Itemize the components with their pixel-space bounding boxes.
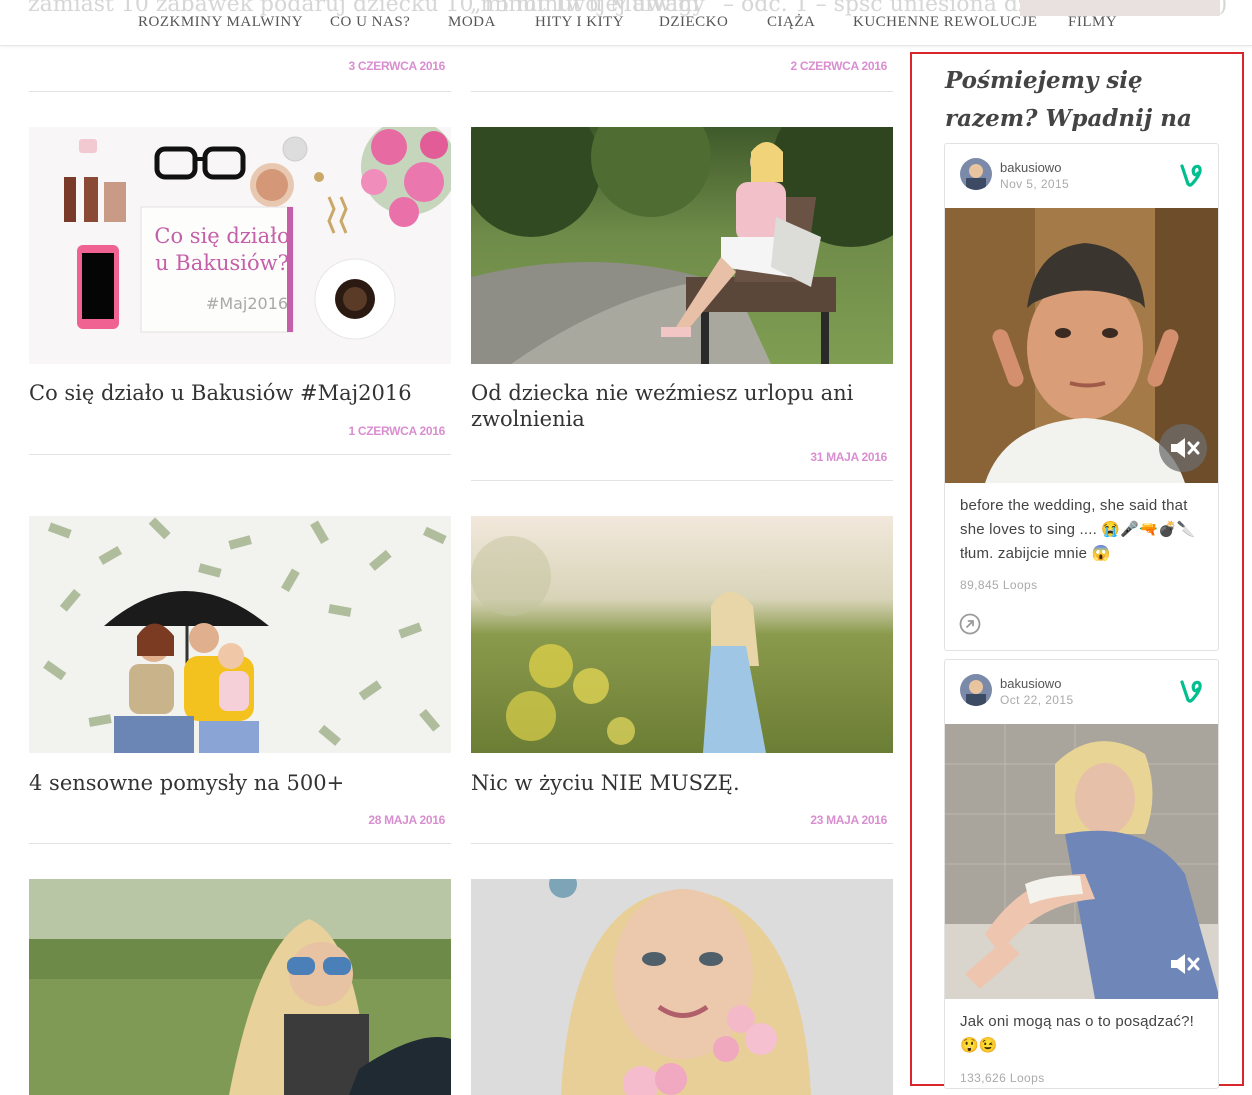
vine-widget-highlight: Pośmiejemy się razem? Wpadnij na nasz Vi… [910,52,1244,1089]
post-date: 2 CZERWCA 2016 [790,59,888,73]
post-date: 23 MAJA 2016 [810,813,887,827]
vine-video[interactable] [945,208,1218,483]
portrait-flowers-photo [471,879,893,1095]
nav-item-filmy[interactable]: FILMY [1068,14,1117,31]
vine-header: bakusiowo Oct 22, 2015 [945,660,1218,724]
vine-username[interactable]: bakusiowo [1000,676,1061,691]
avatar[interactable] [960,674,992,706]
top-navigation: zamiast 10 zabawek podaruj dziecku 10 mi… [0,0,1252,46]
mute-button[interactable] [1159,424,1207,472]
vine-logo-icon[interactable] [1179,678,1203,704]
post-title[interactable]: Co się działo u Bakusiów #Maj2016 [29,380,451,406]
vine-caption: Jak oni mogą nas o to posądzać?! 😲😉 [960,1013,1195,1054]
nav-item-co-u-nas[interactable]: CO U NAS? [330,14,410,31]
divider [471,480,893,481]
muted-speaker-icon [1171,438,1200,458]
post-date: 3 CZERWCA 2016 [348,59,446,73]
park-bench-photo [471,127,893,364]
avatar[interactable] [960,158,992,190]
post-title[interactable]: Nic w życiu NIE MUSZĘ. [471,770,893,796]
post-thumbnail-maj2016[interactable]: Co się działo u Bakusiów? #Maj2016 [29,127,451,364]
nav-item-ciaza[interactable]: CIĄŻA [767,14,815,31]
vine-date: Nov 5, 2015 [1000,177,1070,191]
card-text-line2: u Bakusiów? [155,251,289,275]
post-meta-row: 3 CZERWCA 2016 [29,46,451,92]
money-rain-photo [29,516,451,753]
vine-card: bakusiowo Oct 22, 2015 Jak oni mogą nas … [944,659,1219,1089]
nav-item-hity-i-kity[interactable]: HITY I KITY [535,14,624,31]
vine-header: bakusiowo Nov 5, 2015 [945,144,1218,208]
post-title[interactable]: 4 sensowne pomysły na 500+ [29,770,451,796]
post-thumbnail-next-left[interactable] [29,879,451,1095]
mute-button[interactable] [1159,940,1207,988]
post-date: 1 CZERWCA 2016 [348,424,446,438]
card-text-line1: Co się działo [154,224,289,248]
sunglasses-photo [29,879,451,1095]
divider [29,454,451,455]
vine-loop-count: 89,845 Loops [960,578,1038,592]
nav-item-kuchenne-rewolucje[interactable]: KUCHENNE REWOLUCJE [853,14,1037,31]
nav-item-moda[interactable]: MODA [448,14,496,31]
vine-date: Oct 22, 2015 [1000,693,1074,707]
meadow-photo [471,516,893,753]
flatlay-illustration: Co się działo u Bakusiów? #Maj2016 [29,127,451,364]
muted-speaker-icon [1171,954,1200,974]
post-date: 28 MAJA 2016 [368,813,445,827]
nav-item-dziecko[interactable]: DZIECKO [659,14,728,31]
vine-logo-icon[interactable] [1179,162,1203,188]
vine-caption: before the wedding, she said that she lo… [960,497,1196,562]
nav-item-rozkminy-malwiny[interactable]: ROZKMINY MALWINY [138,14,303,31]
vine-video[interactable] [945,724,1218,999]
vine-username[interactable]: bakusiowo [1000,160,1061,175]
vine-loop-count: 133,626 Loops [960,1071,1045,1085]
post-thumbnail-500plus[interactable] [29,516,451,753]
post-thumbnail-next-right[interactable] [471,879,893,1095]
vine-card: bakusiowo Nov 5, 2015 before the wedding… [944,143,1219,651]
post-date: 31 MAJA 2016 [810,450,887,464]
external-link-icon[interactable] [959,613,981,635]
post-thumbnail-urlop[interactable] [471,127,893,364]
post-meta-row: 2 CZERWCA 2016 [471,46,893,92]
nav-menu: ROZKMINY MALWINY CO U NAS? MODA HITY I K… [0,0,1252,46]
post-title[interactable]: Od dziecka nie weźmiesz urlopu ani zwoln… [471,380,893,432]
post-thumbnail-nie-musze[interactable] [471,516,893,753]
divider [29,843,451,844]
divider [471,843,893,844]
card-text-tag: #Maj2016 [206,294,288,313]
